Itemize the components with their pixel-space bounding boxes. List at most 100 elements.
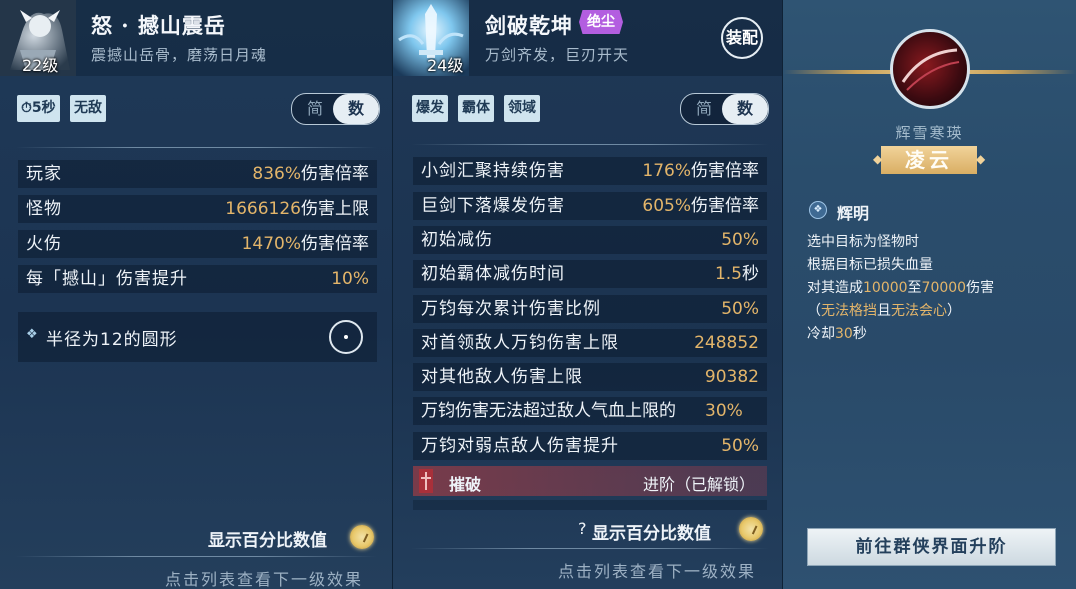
- skill-subtitle: 震撼山岳骨，磨荡日月魂: [91, 46, 268, 64]
- stat-value: 30%: [705, 401, 743, 421]
- desc-value: 30: [835, 326, 853, 342]
- stat-unit: 伤害倍率: [301, 234, 369, 254]
- desc-text: ）: [947, 303, 961, 319]
- skill-panel-2: 24级 剑破乾坤 绝尘 万剑齐发，巨刃开天 装配 爆发 霸体 领域 简 数 小剑…: [393, 0, 782, 589]
- desc-text: 冷却: [807, 326, 835, 342]
- stat-label: 对其他敌人伤害上限: [421, 367, 583, 387]
- toggle-simple[interactable]: 简: [683, 94, 725, 124]
- diamond-icon: ◆: [873, 152, 883, 166]
- skill-subtitle: 万剑齐发，巨刃开天: [485, 46, 630, 64]
- help-icon[interactable]: ?: [578, 519, 587, 538]
- divider: [411, 144, 769, 145]
- stat-label: 万钧每次累计伤害比例: [421, 299, 601, 319]
- upgrade-button[interactable]: 前往群侠界面升阶: [807, 528, 1056, 566]
- toggle-detail[interactable]: 数: [333, 94, 379, 124]
- show-percent-checkbox[interactable]: [739, 517, 763, 541]
- skill-header: 24级 剑破乾坤 绝尘 万剑齐发，巨刃开天 装配: [393, 0, 782, 76]
- superarmor-tag: 霸体: [458, 95, 494, 122]
- desc-value: 无法会心: [891, 303, 947, 319]
- desc-value: 10000: [863, 280, 908, 296]
- stat-value: 10%: [331, 269, 369, 289]
- advance-label: 摧破: [449, 475, 482, 494]
- stat-label: 对首领敌人万钧伤害上限: [421, 333, 619, 353]
- stat-value: 50%: [721, 230, 759, 250]
- divider: [15, 147, 377, 148]
- stat-row[interactable]: 初始减伤 50%: [413, 226, 767, 254]
- duration-tag: ⏱5秒: [17, 95, 60, 122]
- advance-row[interactable]: 摧破 进阶（已解锁）: [413, 466, 767, 496]
- desc-line: 根据目标已损失血量: [807, 254, 994, 277]
- toggle-simple[interactable]: 简: [294, 94, 336, 124]
- stat-row[interactable]: 初始霸体减伤时间 1.5秒: [413, 260, 767, 288]
- stat-unit: 秒: [742, 264, 759, 284]
- desc-text: 根据目标已损失血量: [807, 257, 933, 273]
- desc-text: 伤害: [966, 280, 995, 296]
- stat-unit: 伤害倍率: [691, 196, 759, 216]
- divider: [411, 548, 769, 549]
- rarity-badge: 绝尘: [579, 10, 623, 34]
- divider: [15, 556, 377, 557]
- stat-value: 1.5: [714, 264, 742, 284]
- stat-unit: 伤害倍率: [301, 164, 369, 184]
- stat-row[interactable]: 火伤 1470%伤害倍率: [18, 230, 377, 258]
- desc-text: 选中目标为怪物时: [807, 234, 919, 250]
- stat-row[interactable]: 怪物 1666126伤害上限: [18, 195, 377, 223]
- diamond-icon: ❖: [26, 327, 38, 342]
- stat-row[interactable]: 万钧对弱点敌人伤害提升 50%: [413, 432, 767, 460]
- stat-label: 巨剑下落爆发伤害: [421, 196, 565, 216]
- toggle-detail[interactable]: 数: [722, 94, 768, 124]
- desc-text: （: [807, 303, 821, 319]
- ability-name: 辉明: [837, 204, 870, 223]
- stat-label: 万钧对弱点敌人伤害提升: [421, 436, 619, 456]
- stat-row[interactable]: 对首领敌人万钧伤害上限 248852: [413, 329, 767, 357]
- stat-row[interactable]: 万钧每次累计伤害比例 50%: [413, 295, 767, 323]
- character-panel: 辉雪寒瑛 凌云 ◆ ◆ ❖ 辉明 选中目标为怪物时 根据目标已损失血量 对其造成…: [783, 0, 1076, 589]
- list-more: [413, 500, 767, 510]
- ability-description: 选中目标为怪物时 根据目标已损失血量 对其造成10000至70000伤害 （无法…: [807, 231, 994, 346]
- range-text: 半径为12的圆形: [46, 330, 178, 350]
- desc-line: 冷却30秒: [807, 323, 994, 346]
- character-portrait[interactable]: [890, 29, 970, 109]
- stat-label: 玩家: [26, 164, 62, 184]
- desc-line: 对其造成10000至70000伤害: [807, 277, 994, 300]
- stat-label: 每「撼山」伤害提升: [26, 269, 188, 289]
- range-row[interactable]: ❖ 半径为12的圆形: [18, 312, 377, 362]
- stat-unit: 伤害上限: [301, 199, 369, 219]
- stat-label: 初始霸体减伤时间: [421, 264, 565, 284]
- show-percent-checkbox[interactable]: [350, 525, 374, 549]
- equip-button[interactable]: 装配: [721, 17, 763, 59]
- diamond-icon: ◆: [976, 152, 986, 166]
- invincible-tag: 无敌: [70, 95, 106, 122]
- skill-panel-1: 22级 怒 · 撼山震岳 震撼山岳骨，磨荡日月魂 ⏱5秒 无敌 简 数 玩家 8…: [0, 0, 392, 589]
- show-percent-label[interactable]: 显示百分比数值: [592, 519, 711, 544]
- stat-row[interactable]: 对其他敌人伤害上限 90382: [413, 363, 767, 391]
- stat-row[interactable]: 巨剑下落爆发伤害 605%伤害倍率: [413, 192, 767, 220]
- footer-hint[interactable]: 点击列表查看下一级效果: [558, 558, 756, 582]
- skill-header: 22级 怒 · 撼山震岳 震撼山岳骨，磨荡日月魂: [0, 0, 392, 76]
- stat-row[interactable]: 小剑汇聚持续伤害 176%伤害倍率: [413, 157, 767, 185]
- skill-level: 22级: [22, 56, 59, 75]
- stat-row[interactable]: 每「撼山」伤害提升 10%: [18, 265, 377, 293]
- desc-line: 选中目标为怪物时: [807, 231, 994, 254]
- footer-hint[interactable]: 点击列表查看下一级效果: [165, 566, 363, 589]
- desc-text: 秒: [852, 326, 867, 342]
- stat-label: 小剑汇聚持续伤害: [421, 161, 565, 181]
- simple-detail-toggle[interactable]: 简 数: [680, 93, 769, 125]
- circle-range-icon[interactable]: [329, 320, 363, 354]
- simple-detail-toggle[interactable]: 简 数: [291, 93, 380, 125]
- desc-line: （无法格挡且无法会心）: [807, 300, 994, 323]
- domain-tag: 领域: [504, 95, 540, 122]
- desc-value: 70000: [921, 280, 967, 296]
- ability-icon: ❖: [809, 201, 827, 219]
- stat-row[interactable]: 玩家 836%伤害倍率: [18, 160, 377, 188]
- advance-status: 进阶（已解锁）: [642, 475, 755, 494]
- desc-text: 至: [907, 280, 922, 296]
- skill-title: 怒 · 撼山震岳: [91, 13, 226, 38]
- stat-unit: 伤害倍率: [691, 161, 759, 181]
- stat-value: 50%: [721, 436, 759, 456]
- stat-label: 火伤: [26, 234, 62, 254]
- stat-label: 万钧伤害无法超过敌人气血上限的: [421, 401, 676, 421]
- desc-value: 无法格挡: [821, 303, 877, 319]
- stat-row[interactable]: 万钧伤害无法超过敌人气血上限的 30%: [413, 397, 767, 425]
- show-percent-label[interactable]: 显示百分比数值: [208, 526, 327, 551]
